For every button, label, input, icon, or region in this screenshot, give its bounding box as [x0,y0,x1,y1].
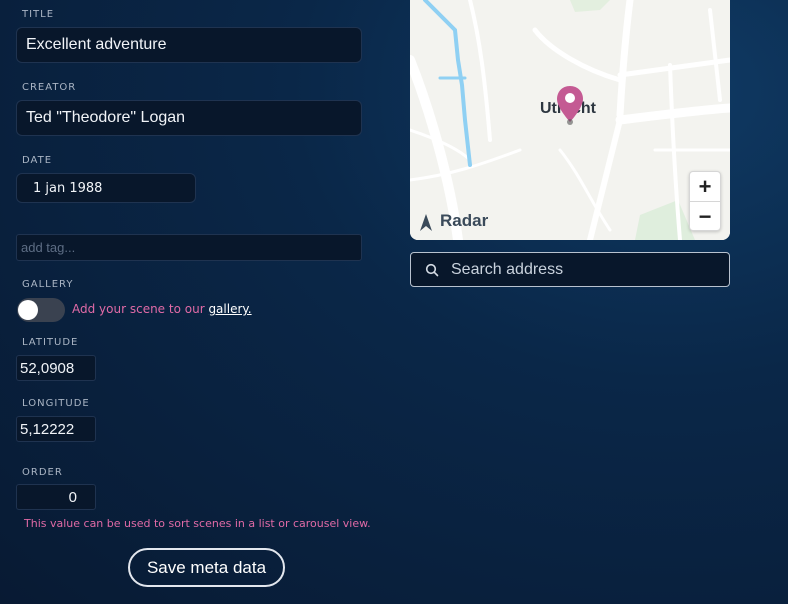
latitude-label: LATITUDE [22,337,79,348]
gallery-text: Add your scene to our [72,302,209,316]
save-button[interactable]: Save meta data [128,548,285,587]
order-value: 0 [68,488,77,506]
search-placeholder: Search address [451,260,564,278]
gallery-description: Add your scene to our gallery. [72,302,252,316]
zoom-in-button[interactable]: + [690,172,720,201]
date-value: 1 jan 1988 [33,180,103,196]
longitude-label: LONGITUDE [22,398,90,409]
tag-placeholder: add tag... [21,240,76,255]
gallery-label: GALLERY [22,279,74,290]
gallery-link[interactable]: gallery. [208,302,251,316]
creator-value: Ted "Theodore" Logan [26,109,186,126]
title-label: TITLE [22,9,55,20]
zoom-out-button[interactable]: − [690,202,720,231]
zoom-controls: + − [689,171,721,231]
latitude-value: 52,0908 [20,359,75,377]
longitude-value: 5,12222 [20,420,75,438]
location-pin-icon[interactable] [556,85,584,125]
latitude-input[interactable]: 52,0908 [16,355,96,381]
map-view[interactable]: Utrecht Radar [410,0,730,240]
date-input[interactable]: 1 jan 1988 [16,173,196,203]
order-label: ORDER [22,467,63,478]
search-icon [425,263,439,276]
longitude-input[interactable]: 5,12222 [16,416,96,442]
title-input[interactable]: Excellent adventure [16,27,362,63]
gallery-toggle[interactable] [17,298,65,322]
order-input[interactable]: 0 [16,484,96,510]
creator-input[interactable]: Ted "Theodore" Logan [16,100,362,136]
creator-label: CREATOR [22,82,77,93]
radar-brand: Radar [440,211,489,230]
order-hint: This value can be used to sort scenes in… [24,517,371,530]
date-label: DATE [22,155,53,166]
toggle-knob [18,300,38,320]
title-value: Excellent adventure [26,36,167,53]
search-address-input[interactable]: Search address [410,252,730,287]
tag-input[interactable]: add tag... [16,234,362,261]
